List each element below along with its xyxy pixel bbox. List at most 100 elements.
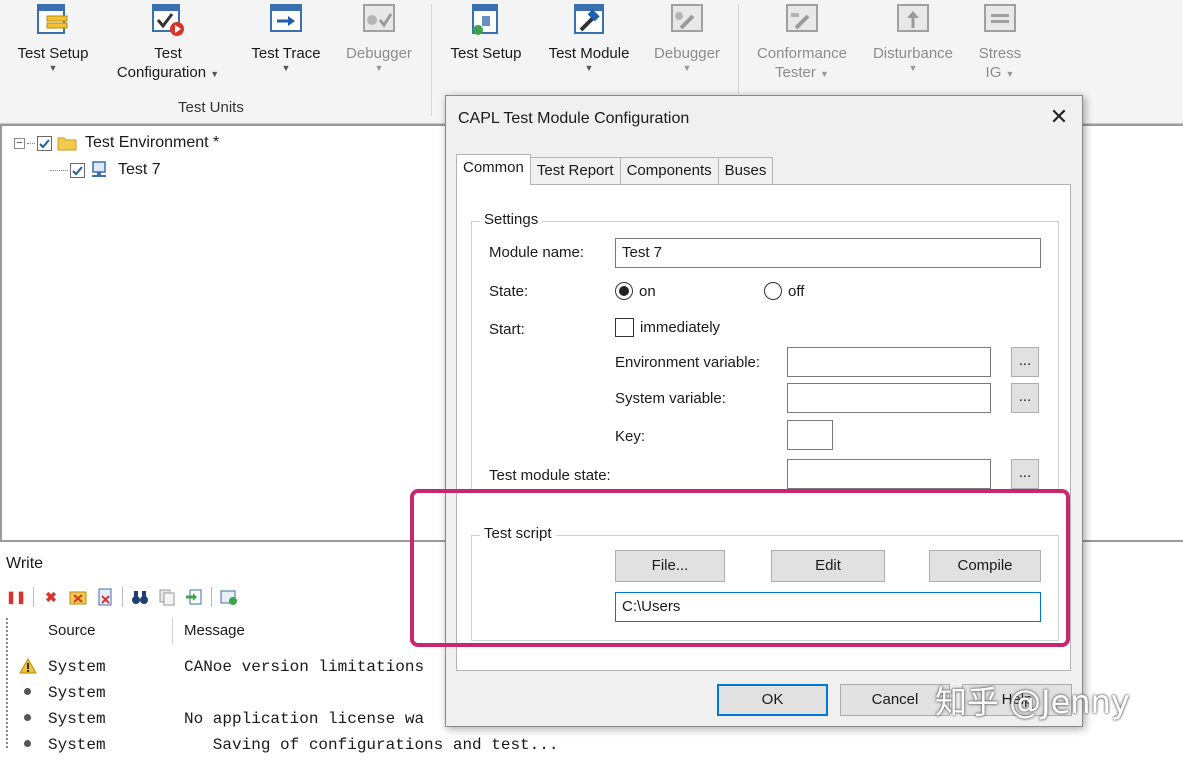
cancel-button[interactable]: Cancel [840,684,950,716]
ribbon-label: Test Trace [251,45,320,62]
test-module-icon [571,2,607,38]
capl-test-module-configuration-dialog: CAPL Test Module Configuration ✕ Common … [445,95,1083,727]
collapse-icon[interactable]: − [14,138,25,149]
check-icon [38,137,51,150]
ribbon-conformance-tester-button[interactable]: Conformance Tester ▼ [746,0,858,84]
ribbon-label: Disturbance [873,45,953,62]
toolbar-separator [211,587,212,607]
ribbon-label: Test Setup [18,45,89,62]
start-label: Start: [489,321,525,338]
chevron-down-icon: ▼ [240,63,332,73]
environment-variable-field[interactable] [787,347,991,377]
environment-variable-label: Environment variable: [615,354,760,371]
chevron-down-icon: ▼ [338,63,420,73]
tree-item-test-environment[interactable]: − Test Environment * [14,134,219,152]
warning-icon [19,658,37,674]
debugger-icon [361,2,397,38]
tree-item-test-7[interactable]: Test 7 [50,161,161,179]
options-icon[interactable] [219,587,239,607]
ribbon-stress-ig-button[interactable]: Stress IG ▼ [968,0,1032,84]
radio-icon [764,282,782,300]
pause-icon[interactable]: ❚❚ [6,587,26,607]
column-header-source[interactable]: Source [48,622,96,639]
ribbon-debugger-button-2[interactable]: Debugger ▼ [645,0,729,73]
chevron-down-icon: ▼ [820,69,829,79]
settings-group-label: Settings [480,211,542,228]
tab-common[interactable]: Common [456,154,531,185]
log-source: System [48,736,106,754]
tab-components[interactable]: Components [620,157,719,184]
binoculars-icon[interactable] [130,587,150,607]
chevron-down-icon: ▼ [864,63,962,73]
bullet-icon [24,740,31,747]
bullet-icon [24,714,31,721]
toolbar-separator [122,587,123,607]
test-script-group-label: Test script [480,525,556,542]
test-script-path-field[interactable]: C:\Users [615,592,1041,622]
edit-button[interactable]: Edit [771,550,885,582]
folder-icon [57,135,77,151]
disturbance-icon [895,2,931,38]
ribbon-test-module-button[interactable]: Test Module ▼ [540,0,638,73]
write-toolbar: ❚❚ ✖ [6,586,246,608]
ribbon-debugger-button[interactable]: Debugger ▼ [338,0,420,73]
test-setup-icon [35,2,71,38]
key-field[interactable] [787,420,833,450]
toolbar-separator [33,587,34,607]
test-configuration-icon [150,2,186,38]
immediately-checkbox[interactable]: immediately [615,318,720,337]
ribbon-label-2: Tester [775,64,816,81]
system-variable-field[interactable] [787,383,991,413]
tree-item-label: Test Environment * [85,134,219,152]
dialog-tabbar: Common Test Report Components Buses [456,154,772,184]
module-name-field[interactable]: Test 7 [615,238,1041,268]
ribbon-test-configuration-button[interactable]: Test Configuration ▼ [108,0,228,84]
chevron-down-icon: ▼ [210,69,219,79]
test-environment-checkbox[interactable] [37,136,52,151]
log-message: CANoe version limitations [184,658,424,676]
watermark: 知乎 @Jenny [935,677,1130,723]
radio-label: off [788,283,804,300]
ribbon-test-setup-button-2[interactable]: Test Setup [440,0,532,63]
export-icon[interactable] [184,587,204,607]
check-icon [71,164,84,177]
module-name-label: Module name: [489,244,584,261]
ok-button[interactable]: OK [717,684,828,716]
radio-icon [615,282,633,300]
ribbon-label: Test [108,44,228,63]
ribbon-test-trace-button[interactable]: Test Trace ▼ [240,0,332,73]
file-button[interactable]: File... [615,550,725,582]
filter-clear-icon[interactable] [68,587,88,607]
log-message: No application license wa [184,710,424,728]
copy-icon[interactable] [157,587,177,607]
close-icon[interactable]: ✕ [1046,105,1072,131]
chevron-down-icon: ▼ [1006,69,1015,79]
ribbon-separator [431,4,432,116]
key-label: Key: [615,428,645,445]
test-module-state-browse-button[interactable]: ... [1011,459,1039,489]
system-variable-browse-button[interactable]: ... [1011,383,1039,413]
ribbon-disturbance-button[interactable]: Disturbance ▼ [864,0,962,73]
ribbon-test-setup-button[interactable]: Test Setup ▼ [8,0,98,73]
state-on-radio[interactable]: on [615,282,656,300]
tab-test-report[interactable]: Test Report [530,157,621,184]
column-header-message[interactable]: Message [184,622,245,639]
log-message: Saving of configurations and test... [184,736,558,754]
system-variable-label: System variable: [615,390,726,407]
write-window-title: Write [6,555,43,573]
environment-variable-browse-button[interactable]: ... [1011,347,1039,377]
tree-item-label: Test 7 [118,161,161,179]
log-row[interactable]: System Saving of configurations and test… [0,734,1183,760]
compile-button[interactable]: Compile [929,550,1041,582]
test-7-checkbox[interactable] [70,163,85,178]
chevron-down-icon: ▼ [8,63,98,73]
debugger-icon [669,2,705,38]
stress-ig-icon [982,2,1018,38]
tab-buses[interactable]: Buses [718,157,774,184]
clear-icon[interactable]: ✖ [41,587,61,607]
state-off-radio[interactable]: off [764,282,804,300]
test-module-state-field[interactable] [787,459,991,489]
delete-page-icon[interactable] [95,587,115,607]
test-script-group: Test script File... Edit Compile C:\User… [471,535,1059,641]
tree-connector [50,170,68,171]
